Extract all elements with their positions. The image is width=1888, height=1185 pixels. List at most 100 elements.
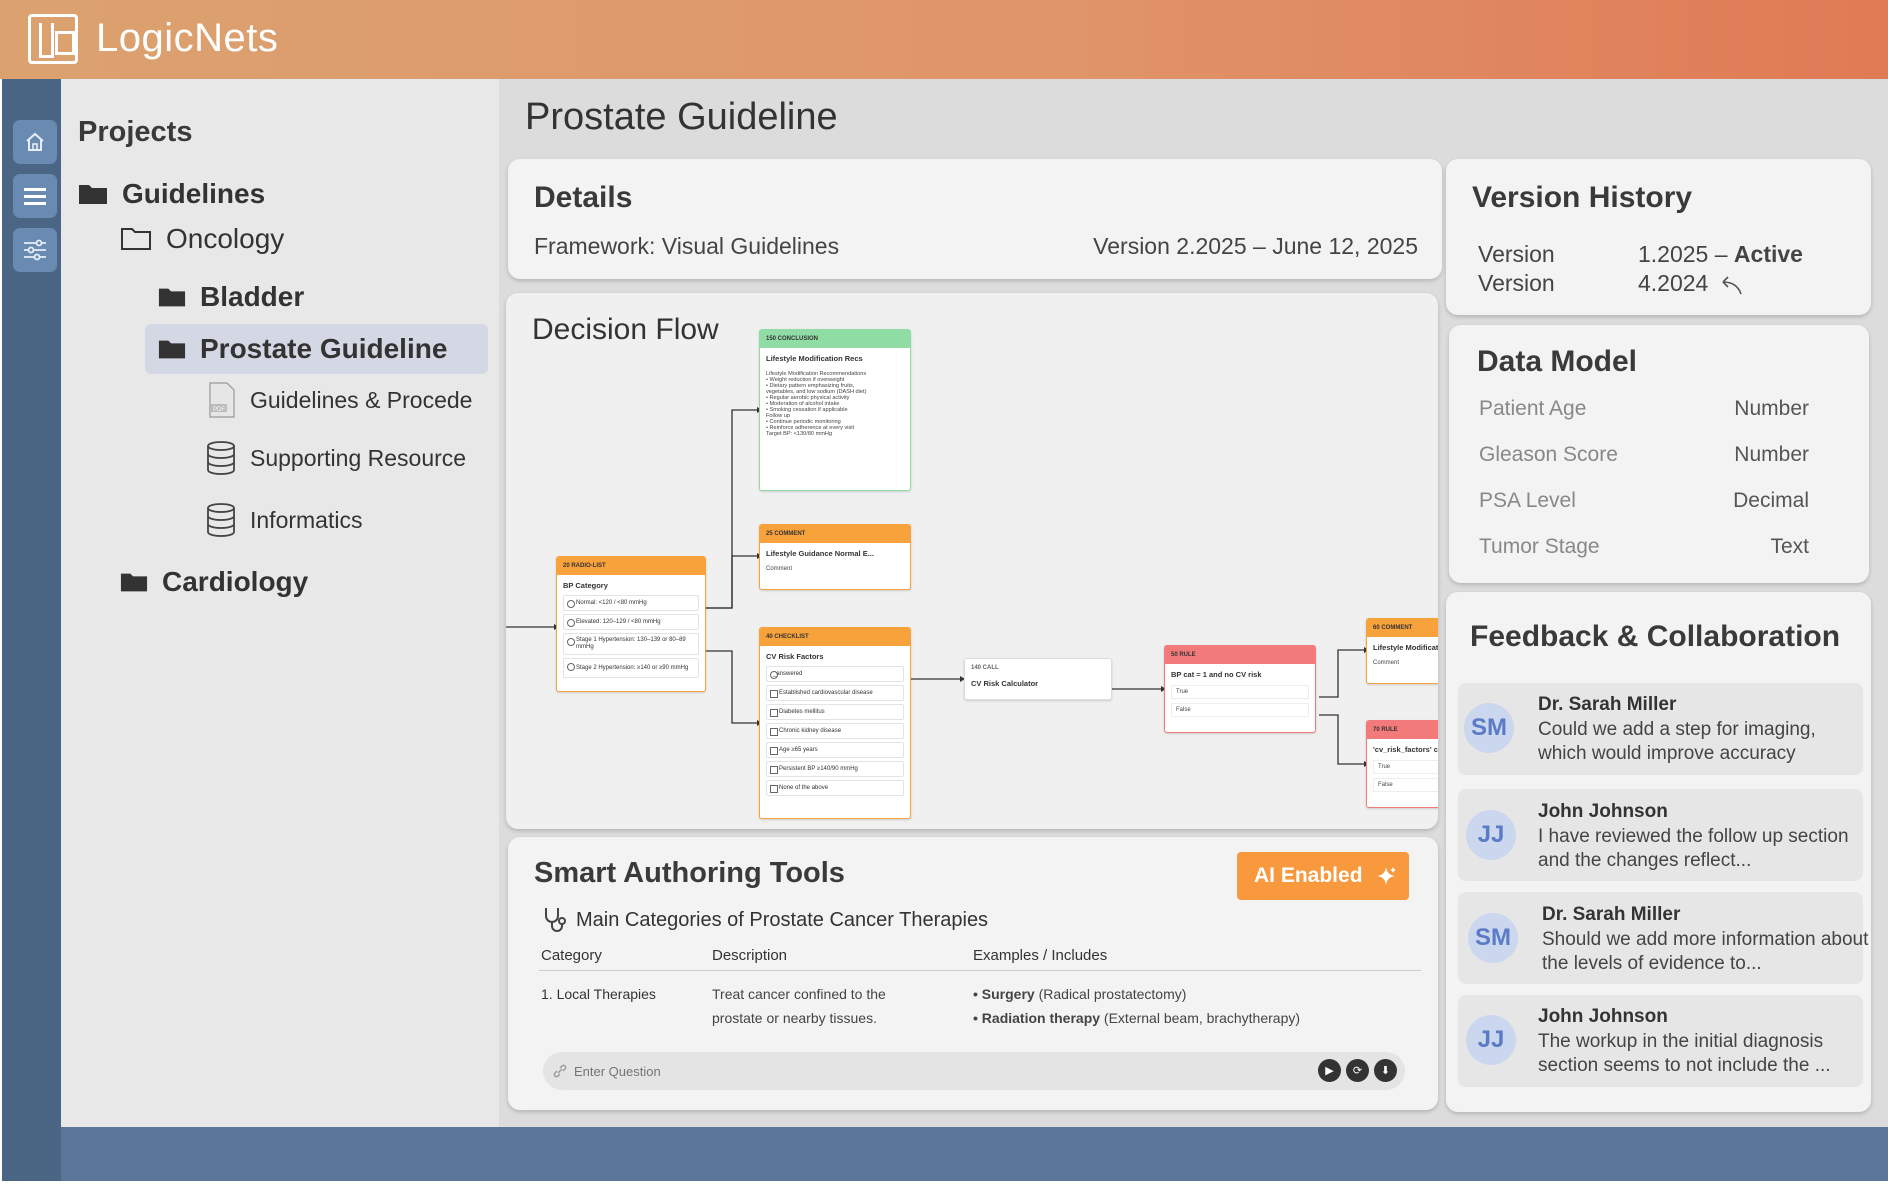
node-title: CV Risk Factors — [766, 652, 824, 661]
tree-item-doc-guidelines[interactable]: PDF Guidelines & Procede — [208, 382, 472, 418]
node-title: BP Category — [563, 581, 608, 590]
example-text: (Radical prostatectomy) — [1034, 986, 1187, 1002]
row-example-1: • Surgery (Radical prostatectomy) — [973, 982, 1186, 1006]
tree-label: Guidelines — [122, 178, 266, 209]
field-type: Number — [1734, 397, 1809, 420]
comment-node[interactable]: 60 COMMENT Lifestyle Modificat Comment — [1366, 618, 1438, 684]
radio-list-node[interactable]: 20 RADIO-LIST BP Category Normal: <120 /… — [556, 556, 706, 692]
filter-button[interactable] — [13, 228, 57, 272]
folder-icon — [78, 182, 108, 206]
checklist-option[interactable]: Chronic kidney disease — [766, 723, 904, 739]
refresh-button[interactable]: ⟳ — [1346, 1059, 1369, 1082]
node-header: 50 RULE — [1165, 646, 1315, 664]
node-body: Comment — [1373, 660, 1400, 666]
folder-icon — [158, 285, 186, 309]
pdf-file-icon: PDF — [208, 382, 236, 418]
comment-node[interactable]: 25 COMMENT Lifestyle Guidance Normal E..… — [759, 524, 911, 590]
call-node[interactable]: 140 CALL CV Risk Calculator — [964, 658, 1112, 700]
home-icon — [26, 132, 44, 151]
field-type: Number — [1734, 443, 1809, 466]
tree-label: Informatics — [250, 506, 363, 533]
data-model-card: Data Model Patient Age Number Gleason Sc… — [1449, 325, 1869, 583]
details-card: Details Framework: Visual Guidelines Ver… — [508, 159, 1442, 279]
active-status: Active — [1733, 241, 1803, 267]
rule-false[interactable]: False — [1171, 703, 1309, 717]
checklist-node[interactable]: 40 CHECKLIST CV Risk Factors _answered E… — [759, 627, 911, 819]
tree-item-bladder[interactable]: Bladder — [158, 281, 304, 313]
example-bold: • Radiation therapy — [973, 1010, 1101, 1026]
ai-enabled-button[interactable]: AI Enabled — [1237, 852, 1409, 900]
revert-arrow-icon[interactable] — [1715, 274, 1745, 296]
answered-field[interactable]: _answered — [766, 666, 904, 682]
framework-text: Framework: Visual Guidelines — [534, 233, 840, 259]
radio-option[interactable]: Normal: <120 / <80 mmHg — [563, 595, 699, 611]
tree-item-informatics[interactable]: Informatics — [206, 502, 362, 538]
svg-text:PDF: PDF — [213, 407, 225, 413]
tree-item-prostate-guideline[interactable]: Prostate Guideline — [158, 333, 447, 365]
comment-text: The workup in the initial diagnosis sect… — [1538, 1031, 1831, 1076]
download-icon: ⬇ — [1380, 1065, 1391, 1077]
checklist-option[interactable]: Diabetes mellitus — [766, 704, 904, 720]
tree-item-cardiology[interactable]: Cardiology — [120, 566, 308, 598]
tree-item-supporting-resource[interactable]: Supporting Resource — [206, 440, 466, 476]
feedback-title: Feedback & Collaboration — [1470, 620, 1841, 653]
radio-option[interactable]: Elevated: 120–129 / <80 mmHg — [563, 614, 699, 630]
conclusion-node[interactable]: 150 CONCLUSION Lifestyle Modification Re… — [759, 329, 911, 491]
field-name: Patient Age — [1479, 397, 1587, 420]
home-button[interactable] — [13, 120, 57, 164]
version-history-card: Version History Version 1.2025 – Active … — [1446, 159, 1871, 315]
page-title: Prostate Guideline — [525, 96, 838, 138]
node-header: 40 CHECKLIST — [760, 628, 910, 646]
tree-label: Supporting Resource — [250, 444, 467, 471]
avatar: JJ — [1466, 810, 1516, 860]
table-divider — [539, 970, 1421, 971]
example-bold: • Surgery — [973, 986, 1035, 1002]
commenter-name: John Johnson — [1538, 1006, 1668, 1027]
rule-false[interactable]: False — [1373, 778, 1438, 792]
version-row-active[interactable]: 1.2025 – Active — [1638, 241, 1803, 268]
node-header: 70 RULE — [1367, 721, 1438, 739]
node-header: 60 COMMENT — [1367, 619, 1438, 637]
rule-true[interactable]: True — [1373, 760, 1438, 774]
row-category: 1. Local Therapies — [541, 986, 656, 1002]
database-icon — [206, 440, 236, 476]
radio-option[interactable]: Stage 2 Hypertension: ≥140 or ≥90 mmHg — [563, 658, 699, 678]
therapies-subtitle: Main Categories of Prostate Cancer Thera… — [542, 906, 988, 934]
node-header: 25 COMMENT — [760, 525, 910, 543]
decision-flow-card: Decision Flow 20 RADIO-LIST BP Category … — [506, 293, 1438, 829]
node-body: Comment — [766, 566, 793, 572]
comment-text: Should we add more information about the… — [1542, 929, 1869, 974]
col-header-category: Category — [541, 947, 602, 964]
link-icon — [553, 1064, 567, 1078]
tree-label: Prostate Guideline — [200, 333, 448, 364]
question-input[interactable] — [574, 1057, 1274, 1085]
menu-button[interactable] — [13, 174, 57, 218]
data-model-title: Data Model — [1477, 345, 1638, 378]
checklist-option[interactable]: Established cardiovascular disease — [766, 685, 904, 701]
send-button[interactable]: ▶ — [1318, 1059, 1341, 1082]
icon-rail — [2, 79, 61, 1181]
download-button[interactable]: ⬇ — [1374, 1059, 1397, 1082]
node-title: 'cv_risk_factors' c — [1373, 745, 1438, 754]
avatar: SM — [1468, 913, 1518, 963]
version-row-old[interactable]: 4.2024 — [1638, 270, 1745, 297]
checklist-option[interactable]: None of the above — [766, 780, 904, 796]
node-title: Lifestyle Guidance Normal E... — [766, 549, 874, 558]
radio-option[interactable]: Stage 1 Hypertension: 130–139 or 80–89 m… — [563, 633, 699, 655]
smart-authoring-title: Smart Authoring Tools — [534, 857, 845, 889]
avatar: JJ — [1466, 1015, 1516, 1065]
tree-item-guidelines[interactable]: Guidelines — [78, 178, 265, 210]
field-name: Gleason Score — [1479, 443, 1618, 466]
node-title: BP cat = 1 and no CV risk — [1171, 670, 1262, 679]
rule-node[interactable]: 70 RULE 'cv_risk_factors' c True False — [1366, 720, 1438, 808]
checklist-option[interactable]: Persistent BP ≥140/90 mmHg — [766, 761, 904, 777]
rule-true[interactable]: True — [1171, 685, 1309, 699]
tree-label: Bladder — [200, 281, 305, 312]
rule-node[interactable]: 50 RULE BP cat = 1 and no CV risk True F… — [1164, 645, 1316, 733]
stethoscope-icon — [545, 908, 566, 932]
field-name: PSA Level — [1479, 489, 1576, 512]
tree-item-oncology[interactable]: Oncology — [120, 223, 284, 255]
play-icon: ▶ — [1325, 1065, 1334, 1077]
checklist-option[interactable]: Age ≥65 years — [766, 742, 904, 758]
top-header: LogicNets — [0, 0, 1888, 79]
